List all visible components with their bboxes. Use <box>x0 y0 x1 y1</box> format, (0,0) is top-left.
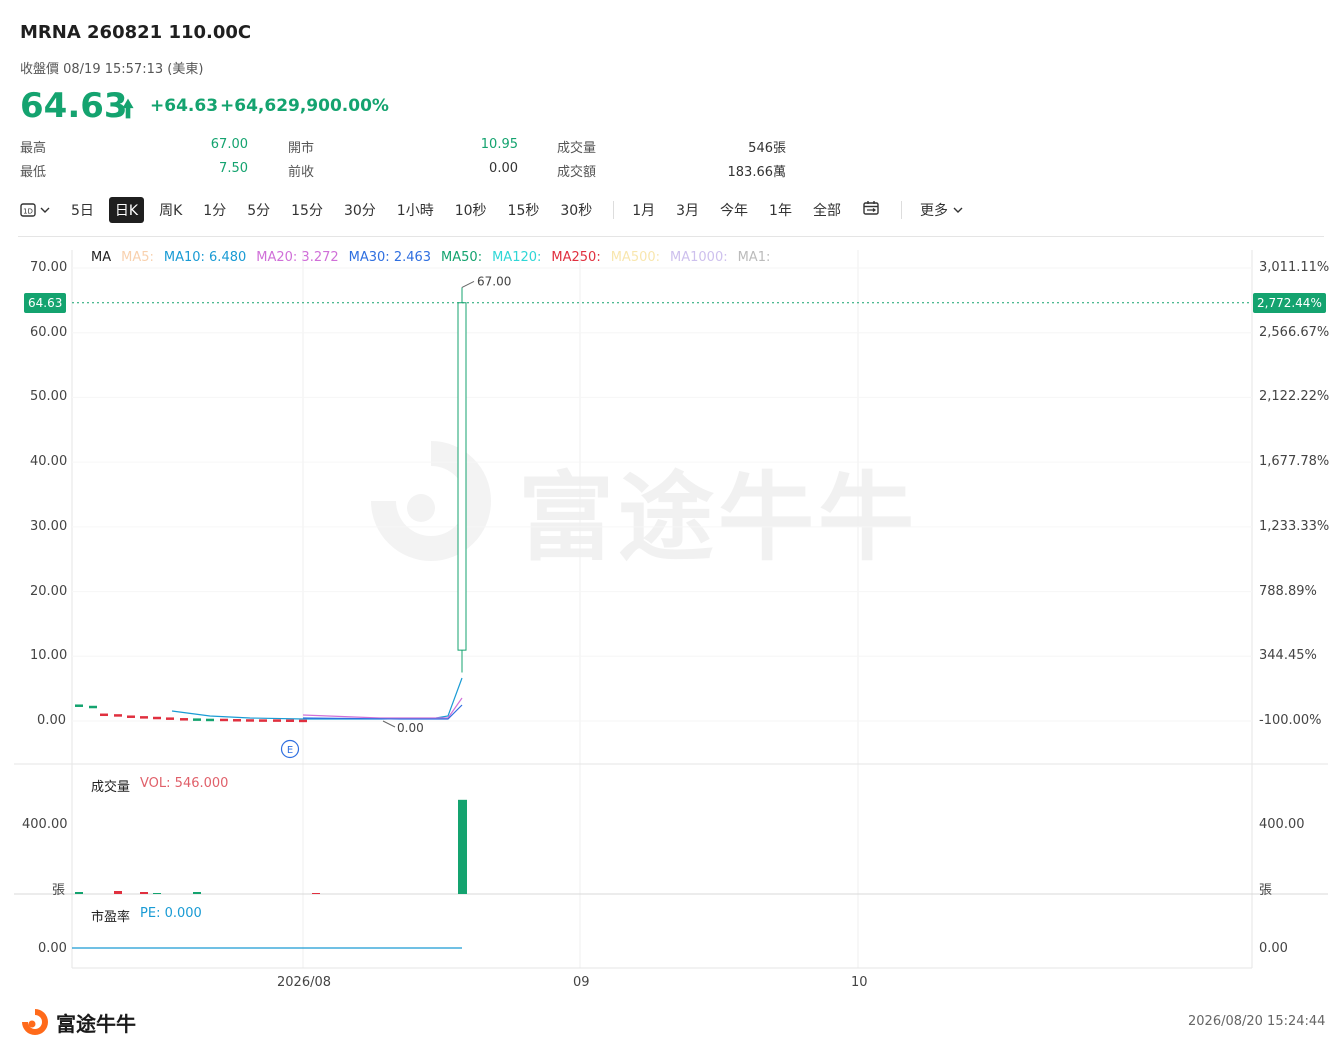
candle <box>166 717 174 720</box>
candle <box>193 718 201 721</box>
volume-bar <box>312 893 320 894</box>
footer-logo: 富途牛牛 <box>20 1007 136 1037</box>
volume-bar <box>458 799 467 894</box>
y-tick-right: 3,011.11% <box>1259 260 1330 275</box>
volume-bar <box>193 892 201 894</box>
y-tick-left: 30.00 <box>30 518 68 534</box>
current-price-tag: 64.63 <box>24 293 67 313</box>
y-tick-left: 70.00 <box>30 260 68 275</box>
ma20-line <box>302 697 463 719</box>
volume-legend[interactable]: 成交量 VOL: 546.000 <box>91 776 228 795</box>
current-pct-tag: 2,772.44% <box>1253 293 1326 313</box>
volume-legend-title: 成交量 <box>91 780 131 795</box>
footer-timestamp: 2026/08/20 15:24:44 <box>1188 1014 1326 1029</box>
x-tick-2026-08: 2026/08 <box>277 975 332 990</box>
volume-bar <box>153 893 161 894</box>
futu-logo-icon <box>22 1009 48 1035</box>
volume-bar <box>140 892 148 894</box>
kline-chart[interactable]: 67.00 0.00 E <box>0 0 1343 1054</box>
earnings-marker-label: E <box>287 745 293 756</box>
pe-legend-title: 市盈率 <box>91 910 131 925</box>
x-tick-10: 10 <box>851 975 868 990</box>
ma10-legend: MA10: 6.480 <box>163 250 247 265</box>
ma500-legend: MA500: <box>610 250 661 265</box>
candle <box>100 713 108 717</box>
ma1-legend: MA1: <box>737 250 771 265</box>
y-tick-right: 788.89% <box>1259 583 1317 599</box>
pe-axis-right: 0.00 <box>1259 941 1288 956</box>
y-tick-right: 2,122.22% <box>1259 389 1330 405</box>
high-marker-label: 67.00 <box>477 274 511 288</box>
y-tick-right: -100.00% <box>1259 713 1322 728</box>
candle <box>286 719 294 722</box>
candle <box>75 704 83 707</box>
y-tick-right: 344.45% <box>1259 648 1317 664</box>
pe-axis-left: 0.00 <box>38 941 67 956</box>
y-tick-left: 20.00 <box>30 583 68 599</box>
y-tick-right: 1,233.33% <box>1259 518 1330 534</box>
low-marker-label: 0.00 <box>397 721 424 735</box>
ma120-legend: MA120: <box>492 250 542 265</box>
candle <box>220 718 228 722</box>
candle <box>114 714 122 717</box>
candle <box>140 716 148 719</box>
footer-logo-text: 富途牛牛 <box>56 1011 136 1036</box>
pe-legend[interactable]: 市盈率 PE: 0.000 <box>91 906 202 925</box>
x-tick-09: 09 <box>573 975 590 990</box>
ma50-legend: MA50: <box>441 250 483 265</box>
ma20-legend: MA20: 3.272 <box>256 250 339 265</box>
candle <box>246 719 254 722</box>
low-marker-line <box>382 720 396 728</box>
y-tick-left: 40.00 <box>30 454 68 470</box>
candle <box>89 705 97 709</box>
y-tick-right: 2,566.67% <box>1259 324 1330 340</box>
ma30-line <box>302 704 463 720</box>
y-tick-left: 50.00 <box>30 389 68 405</box>
ma10-line <box>171 677 463 720</box>
y-tick-left: 60.00 <box>30 324 68 340</box>
vol-axis-left-400: 400.00 <box>22 817 68 832</box>
candle <box>127 715 135 718</box>
candle <box>206 718 214 722</box>
candle <box>273 719 281 722</box>
candle <box>153 716 161 720</box>
high-marker-line <box>461 280 475 288</box>
candle <box>233 719 241 722</box>
ma-legend[interactable]: MA MA5: MA10: 6.480 MA20: 3.272 MA30: 2.… <box>91 250 770 265</box>
candle <box>180 718 188 721</box>
candle <box>299 719 307 723</box>
y-tick-left: 0.00 <box>37 713 66 728</box>
ma1000-legend: MA1000: <box>670 250 728 265</box>
vol-axis-left-unit: 張 <box>52 883 66 898</box>
vol-axis-right-400: 400.00 <box>1259 817 1305 832</box>
y-tick-right: 1,677.78% <box>1259 454 1330 470</box>
pe-legend-value: PE: 0.000 <box>140 906 202 921</box>
y-tick-left: 10.00 <box>30 648 68 664</box>
candle-body <box>457 302 467 651</box>
ma30-legend: MA30: 2.463 <box>348 250 432 265</box>
volume-bar <box>114 891 122 894</box>
ma5-legend: MA5: <box>121 250 154 265</box>
volume-bar <box>75 892 83 894</box>
ma250-legend: MA250: <box>551 250 601 265</box>
ma-legend-title: MA <box>91 250 112 265</box>
candle <box>259 719 267 722</box>
vol-axis-right-unit: 張 <box>1259 883 1273 898</box>
volume-legend-value: VOL: 546.000 <box>140 776 229 791</box>
